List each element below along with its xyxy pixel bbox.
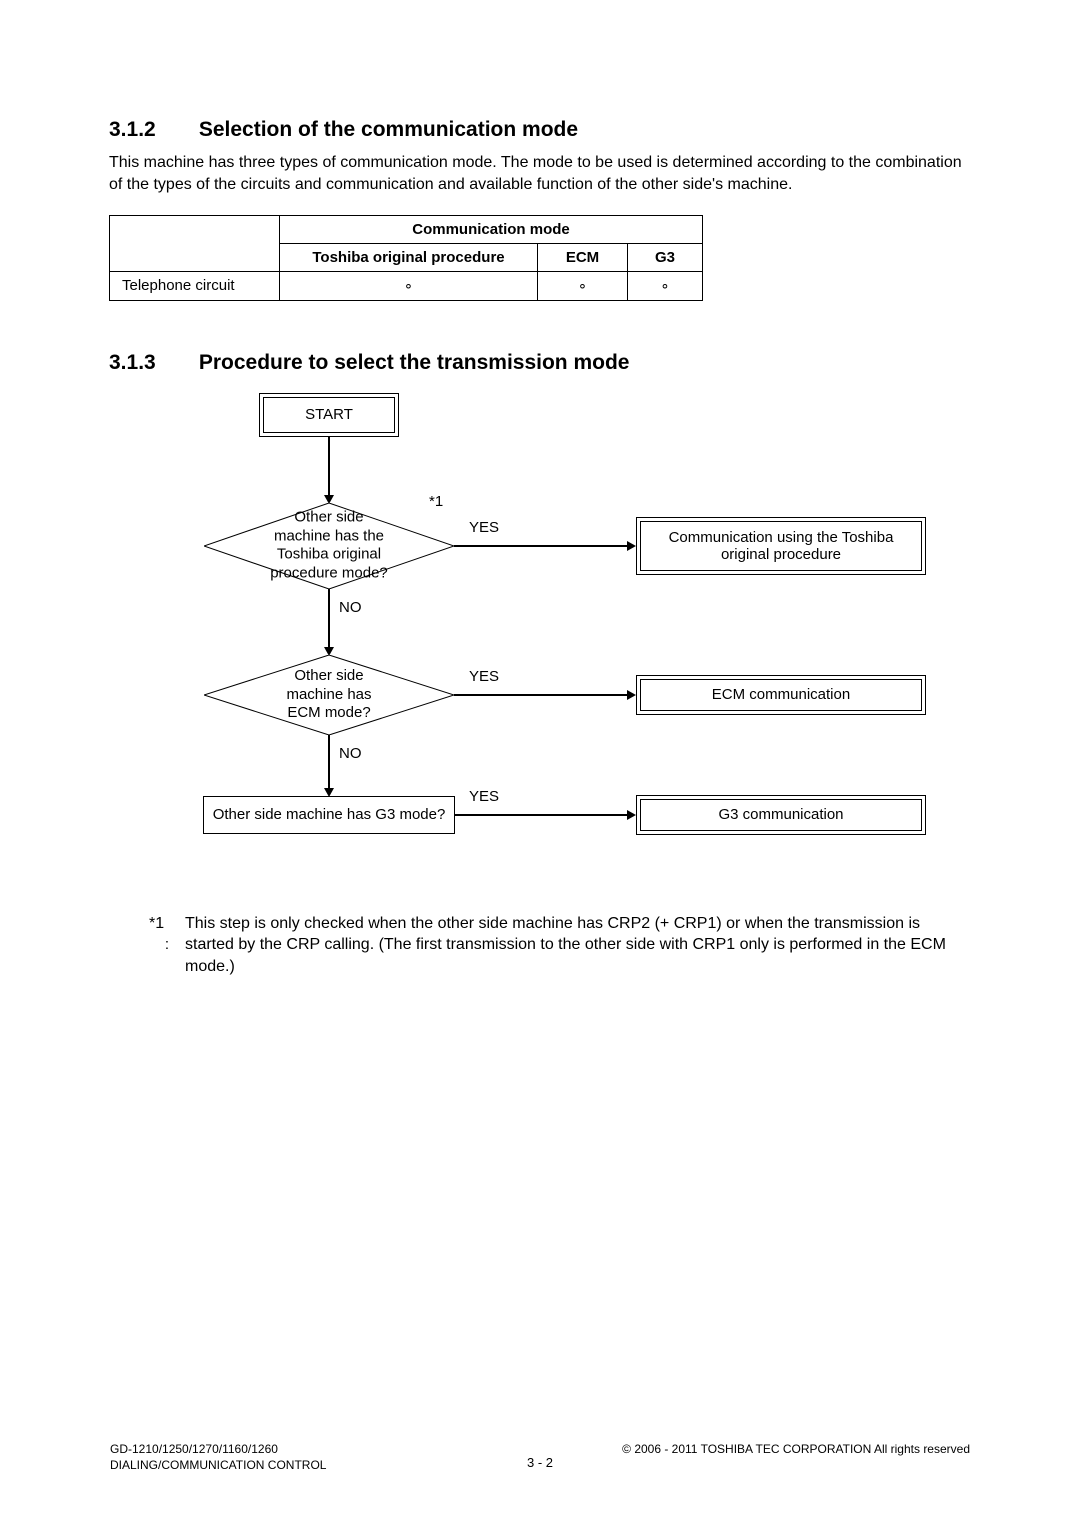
table-row-label: Telephone circuit xyxy=(110,271,280,300)
flowchart-decision1: Other side machine has the Toshiba origi… xyxy=(204,503,454,589)
footer-left: GD-1210/1250/1270/1160/1260 DIALING/COMM… xyxy=(110,1442,326,1473)
flowchart: START *1 Other side machine has the Tosh… xyxy=(149,393,1009,893)
flowchart-yes-label: YES xyxy=(469,668,499,685)
section-heading-313: 3.1.3 Procedure to select the transmissi… xyxy=(109,351,971,375)
table-header-a: Toshiba original procedure xyxy=(280,243,538,271)
table-cell: ∘ xyxy=(628,271,703,300)
flowchart-result3: G3 communication xyxy=(640,799,922,831)
footnote: *1 : This step is only checked when the … xyxy=(149,913,971,978)
flowchart-result1: Communication using the Toshiba original… xyxy=(640,521,922,571)
section-number: 3.1.2 xyxy=(109,118,193,142)
table-cell: ∘ xyxy=(280,271,538,300)
footer-copyright: © 2006 - 2011 TOSHIBA TEC CORPORATION Al… xyxy=(622,1442,970,1456)
section-paragraph: This machine has three types of communic… xyxy=(109,152,971,197)
flowchart-arrow-icon xyxy=(627,690,636,700)
footnote-marker-top: *1 xyxy=(149,913,185,935)
section-title: Procedure to select the transmission mod… xyxy=(199,351,630,374)
flowchart-line xyxy=(328,589,330,649)
communication-mode-table: Communication mode Toshiba original proc… xyxy=(109,215,703,301)
table-header-c: G3 xyxy=(628,243,703,271)
flowchart-start-outer: START xyxy=(259,393,399,437)
section-title: Selection of the communication mode xyxy=(199,118,578,141)
section-number: 3.1.3 xyxy=(109,351,193,375)
flowchart-decision2-text: Other side machine has ECM mode? xyxy=(267,667,392,723)
footnote-text: This step is only checked when the other… xyxy=(185,913,971,978)
footer-doc-id: GD-1210/1250/1270/1160/1260 xyxy=(110,1442,326,1458)
flowchart-arrow-icon xyxy=(627,810,636,820)
flowchart-line xyxy=(328,735,330,790)
footer-section-name: DIALING/COMMUNICATION CONTROL xyxy=(110,1458,326,1474)
footnote-marker-sub: : xyxy=(149,935,185,955)
footnote-marker: *1 : xyxy=(149,913,185,978)
table-header-b: ECM xyxy=(538,243,628,271)
flowchart-line xyxy=(328,437,330,497)
page-number: 3 - 2 xyxy=(527,1455,553,1470)
table-merged-header: Communication mode xyxy=(280,215,703,243)
flowchart-result2: ECM communication xyxy=(640,679,922,711)
flowchart-decision3: Other side machine has G3 mode? xyxy=(203,796,455,834)
flowchart-result3-outer: G3 communication xyxy=(636,795,926,835)
flowchart-line xyxy=(454,694,629,696)
flowchart-no-label: NO xyxy=(339,745,362,762)
flowchart-decision1-text: Other side machine has the Toshiba origi… xyxy=(267,508,392,583)
flowchart-no-label: NO xyxy=(339,599,362,616)
flowchart-yes-label: YES xyxy=(469,519,499,536)
flowchart-decision2: Other side machine has ECM mode? xyxy=(204,655,454,735)
table-cell: ∘ xyxy=(538,271,628,300)
flowchart-yes-label: YES xyxy=(469,788,499,805)
flowchart-result2-outer: ECM communication xyxy=(636,675,926,715)
flowchart-line xyxy=(454,545,629,547)
flowchart-arrow-icon xyxy=(627,541,636,551)
flowchart-line xyxy=(455,814,629,816)
flowchart-result1-outer: Communication using the Toshiba original… xyxy=(636,517,926,575)
section-heading-312: 3.1.2 Selection of the communication mod… xyxy=(109,118,971,142)
flowchart-start: START xyxy=(263,397,395,433)
